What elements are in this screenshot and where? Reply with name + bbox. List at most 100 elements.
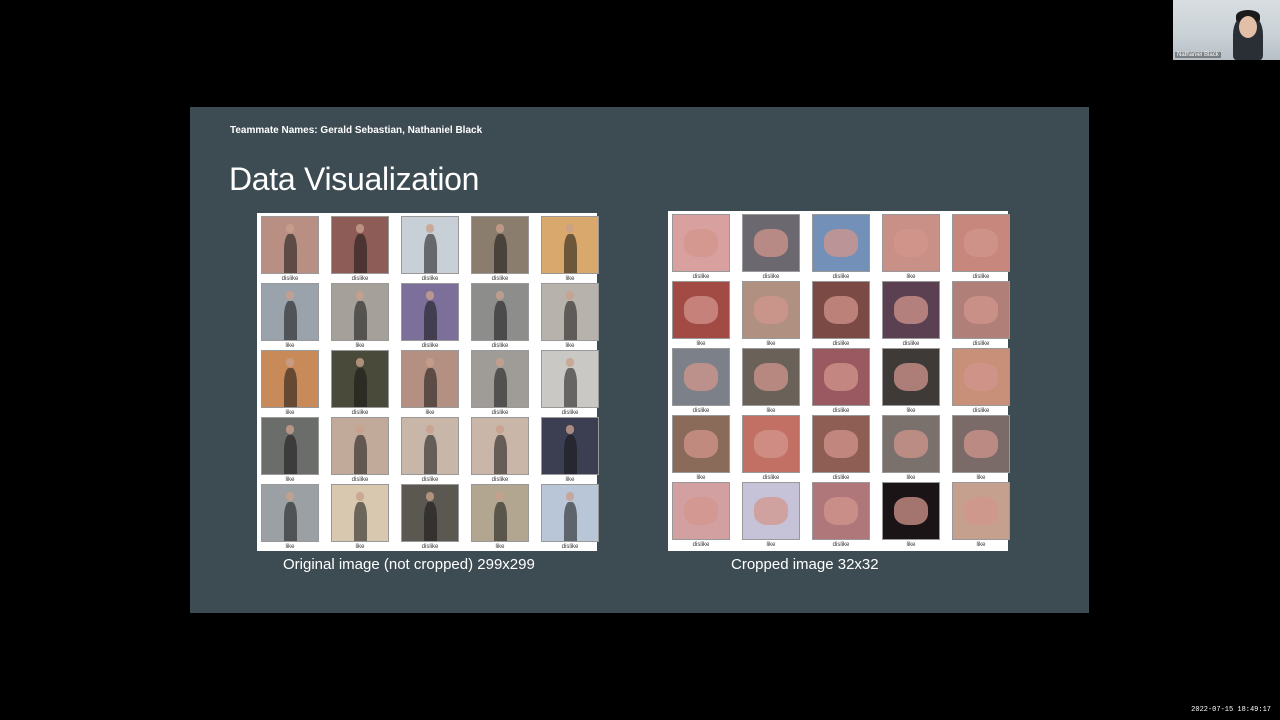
person-thumbnail	[261, 283, 319, 341]
person-thumbnail	[541, 216, 599, 274]
image-label: dislike	[762, 475, 780, 481]
image-cell: like	[882, 415, 940, 482]
slide-title: Data Visualization	[229, 161, 480, 197]
person-thumbnail	[331, 350, 389, 408]
hand-thumbnail	[952, 415, 1010, 473]
image-label: like	[976, 542, 986, 548]
image-label: like	[565, 276, 575, 282]
hand-shape	[754, 497, 788, 525]
image-cell: like	[261, 283, 319, 350]
person-thumbnail	[401, 283, 459, 341]
person-figure	[284, 501, 297, 541]
hand-thumbnail	[742, 214, 800, 272]
image-cell: dislike	[882, 281, 940, 348]
person-figure	[564, 300, 577, 340]
person-head	[495, 424, 505, 434]
person-head	[495, 290, 505, 300]
hand-shape	[684, 363, 718, 391]
person-head	[355, 491, 365, 501]
image-label: like	[355, 544, 365, 550]
hand-thumbnail	[812, 281, 870, 339]
image-cell: like	[541, 283, 599, 350]
image-label: dislike	[561, 544, 579, 550]
image-cell: dislike	[812, 281, 870, 348]
image-cell: dislike	[742, 214, 800, 281]
hand-shape	[824, 296, 858, 324]
image-label: dislike	[561, 410, 579, 416]
image-label: like	[696, 475, 706, 481]
person-head	[495, 223, 505, 233]
hand-thumbnail	[672, 214, 730, 272]
image-label: dislike	[491, 343, 509, 349]
person-figure	[494, 367, 507, 407]
hand-shape	[684, 296, 718, 324]
hand-thumbnail	[672, 415, 730, 473]
person-figure	[494, 434, 507, 474]
webcam-thumbnail[interactable]: Nathaniel Black	[1173, 0, 1280, 60]
image-label: like	[565, 477, 575, 483]
image-label: dislike	[351, 276, 369, 282]
person-head	[565, 491, 575, 501]
person-thumbnail	[261, 417, 319, 475]
image-cell: dislike	[401, 283, 459, 350]
original-image-caption: Original image (not cropped) 299x299	[283, 556, 535, 573]
image-cell: dislike	[471, 216, 529, 283]
cropped-images-panel: dislike dislike dislike like dislike like like…	[668, 211, 1010, 551]
hand-shape	[894, 229, 928, 257]
person-figure	[284, 367, 297, 407]
person-figure	[354, 434, 367, 474]
hand-shape	[754, 430, 788, 458]
hand-shape	[894, 497, 928, 525]
image-cell: dislike	[541, 484, 599, 551]
person-head	[565, 290, 575, 300]
image-cell: dislike	[952, 214, 1010, 281]
person-thumbnail	[261, 350, 319, 408]
person-head	[285, 357, 295, 367]
image-cell: like	[672, 415, 730, 482]
image-cell: dislike	[471, 350, 529, 417]
person-thumbnail	[541, 350, 599, 408]
image-label: like	[425, 410, 435, 416]
hand-thumbnail	[812, 214, 870, 272]
hand-thumbnail	[742, 482, 800, 540]
hand-thumbnail	[672, 348, 730, 406]
person-figure	[494, 300, 507, 340]
hand-shape	[754, 296, 788, 324]
person-head	[565, 357, 575, 367]
person-thumbnail	[331, 484, 389, 542]
webcam-face	[1239, 16, 1257, 38]
image-cell: dislike	[401, 216, 459, 283]
person-thumbnail	[471, 417, 529, 475]
image-label: dislike	[281, 276, 299, 282]
webcam-participant-name: Nathaniel Black	[1175, 52, 1221, 58]
image-cell: like	[742, 348, 800, 415]
image-label: dislike	[972, 341, 990, 347]
hand-shape	[894, 363, 928, 391]
image-cell: like	[471, 484, 529, 551]
image-label: dislike	[832, 341, 850, 347]
image-label: dislike	[692, 542, 710, 548]
image-label: like	[565, 343, 575, 349]
image-cell: like	[261, 484, 319, 551]
image-cell: dislike	[812, 482, 870, 549]
image-cell: dislike	[541, 350, 599, 417]
hand-thumbnail	[882, 214, 940, 272]
person-figure	[424, 367, 437, 407]
person-head	[355, 424, 365, 434]
person-head	[425, 290, 435, 300]
hand-thumbnail	[672, 281, 730, 339]
image-label: like	[906, 408, 916, 414]
image-label: dislike	[421, 276, 439, 282]
image-label: dislike	[902, 341, 920, 347]
person-head	[495, 491, 505, 501]
image-cell: like	[541, 216, 599, 283]
person-head	[495, 357, 505, 367]
person-head	[425, 424, 435, 434]
person-thumbnail	[401, 350, 459, 408]
person-figure	[424, 501, 437, 541]
person-thumbnail	[331, 417, 389, 475]
person-figure	[284, 300, 297, 340]
image-cell: like	[672, 281, 730, 348]
person-head	[355, 223, 365, 233]
image-cell: dislike	[471, 283, 529, 350]
